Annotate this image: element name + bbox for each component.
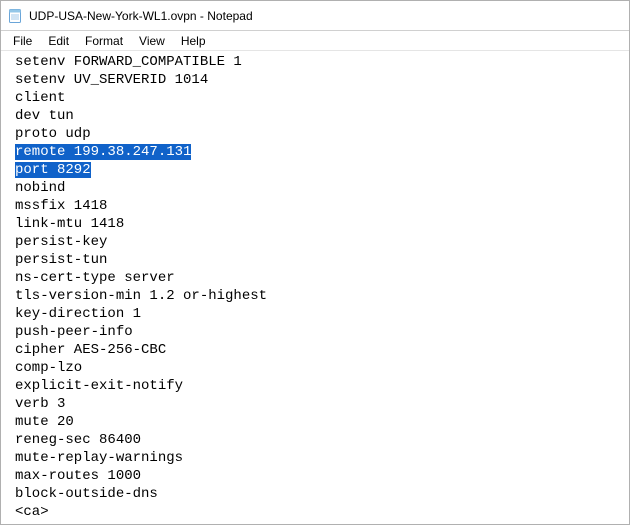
menu-view[interactable]: View (131, 33, 173, 49)
editor-line[interactable]: key-direction 1 (15, 305, 625, 323)
editor-line[interactable]: persist-tun (15, 251, 625, 269)
editor-line[interactable]: block-outside-dns (15, 485, 625, 503)
editor-line[interactable]: verb 3 (15, 395, 625, 413)
window-title: UDP-USA-New-York-WL1.ovpn - Notepad (29, 9, 253, 23)
menubar: File Edit Format View Help (1, 31, 629, 51)
editor-line[interactable]: cipher AES-256-CBC (15, 341, 625, 359)
editor-line[interactable]: mute 20 (15, 413, 625, 431)
menu-help[interactable]: Help (173, 33, 214, 49)
editor-line[interactable]: explicit-exit-notify (15, 377, 625, 395)
editor-line[interactable]: nobind (15, 179, 625, 197)
editor-line[interactable]: proto udp (15, 125, 625, 143)
notepad-window: UDP-USA-New-York-WL1.ovpn - Notepad File… (0, 0, 630, 525)
editor-line[interactable]: setenv FORWARD_COMPATIBLE 1 (15, 53, 625, 71)
menu-file[interactable]: File (5, 33, 40, 49)
editor-line[interactable]: persist-key (15, 233, 625, 251)
editor-line[interactable]: max-routes 1000 (15, 467, 625, 485)
titlebar[interactable]: UDP-USA-New-York-WL1.ovpn - Notepad (1, 1, 629, 31)
editor-line[interactable]: mute-replay-warnings (15, 449, 625, 467)
editor-line[interactable]: link-mtu 1418 (15, 215, 625, 233)
editor-line[interactable]: setenv UV_SERVERID 1014 (15, 71, 625, 89)
editor-line[interactable]: push-peer-info (15, 323, 625, 341)
editor-line[interactable]: tls-version-min 1.2 or-highest (15, 287, 625, 305)
editor-line[interactable]: reneg-sec 86400 (15, 431, 625, 449)
menu-edit[interactable]: Edit (40, 33, 77, 49)
editor-line[interactable]: <ca> (15, 503, 625, 521)
editor-line[interactable]: port 8292 (15, 161, 625, 179)
editor-line[interactable]: client (15, 89, 625, 107)
menu-format[interactable]: Format (77, 33, 131, 49)
text-editor-area[interactable]: setenv FORWARD_COMPATIBLE 1setenv UV_SER… (1, 51, 629, 524)
editor-line[interactable]: remote 199.38.247.131 (15, 143, 625, 161)
editor-line[interactable]: ns-cert-type server (15, 269, 625, 287)
editor-line[interactable]: mssfix 1418 (15, 197, 625, 215)
notepad-icon (7, 8, 23, 24)
editor-line[interactable]: comp-lzo (15, 359, 625, 377)
editor-line[interactable]: dev tun (15, 107, 625, 125)
